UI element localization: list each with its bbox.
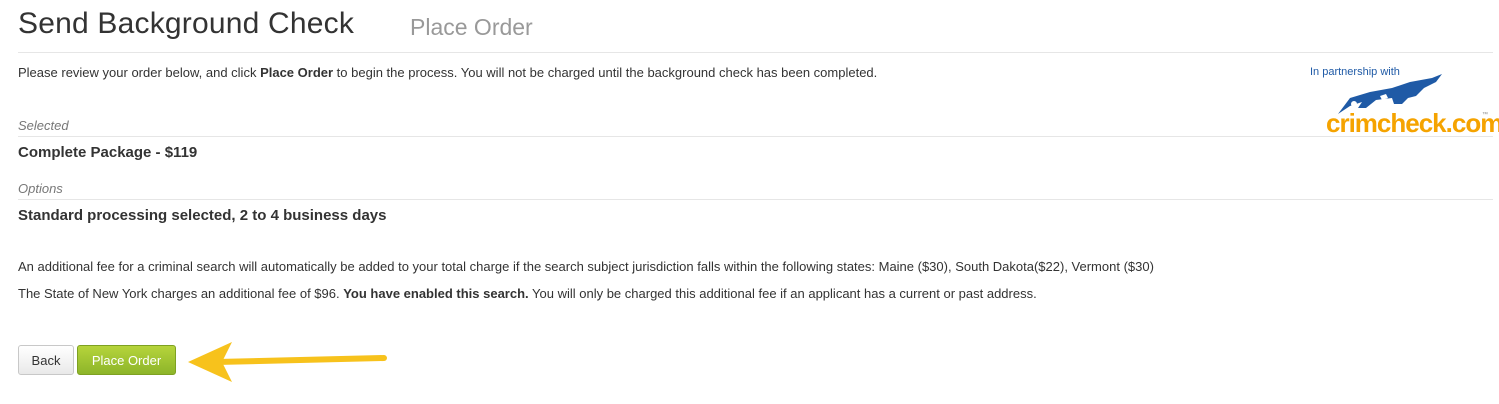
- new-york-fee-note: The State of New York charges an additio…: [18, 285, 1037, 303]
- page-header: Send Background Check Place Order: [18, 6, 1493, 53]
- intro-text-bold: Place Order: [260, 65, 334, 80]
- options-label: Options: [18, 180, 1493, 200]
- selected-package: Complete Package - $119: [18, 144, 198, 161]
- ny-note-bold: You have enabled this search.: [343, 286, 529, 301]
- page-title: Send Background Check: [18, 7, 355, 40]
- page-subtitle: Place Order: [410, 14, 533, 40]
- place-order-button[interactable]: Place Order: [77, 345, 176, 375]
- pointer-arrow-icon: [188, 342, 387, 382]
- intro-text-end: to begin the process. You will not be ch…: [333, 65, 878, 80]
- additional-fee-note: An additional fee for a criminal search …: [18, 259, 1154, 274]
- ny-note-end: You will only be charged this additional…: [528, 286, 1037, 301]
- page: Send Background Check Place Order Please…: [0, 0, 1499, 404]
- processing-option: Standard processing selected, 2 to 4 bus…: [18, 207, 387, 224]
- back-button[interactable]: Back: [18, 345, 74, 375]
- intro-text-start: Please review your order below, and clic…: [18, 65, 261, 80]
- intro-text: Please review your order below, and clic…: [18, 64, 877, 82]
- ny-note-start: The State of New York charges an additio…: [18, 286, 344, 301]
- selected-label: Selected: [18, 117, 1493, 137]
